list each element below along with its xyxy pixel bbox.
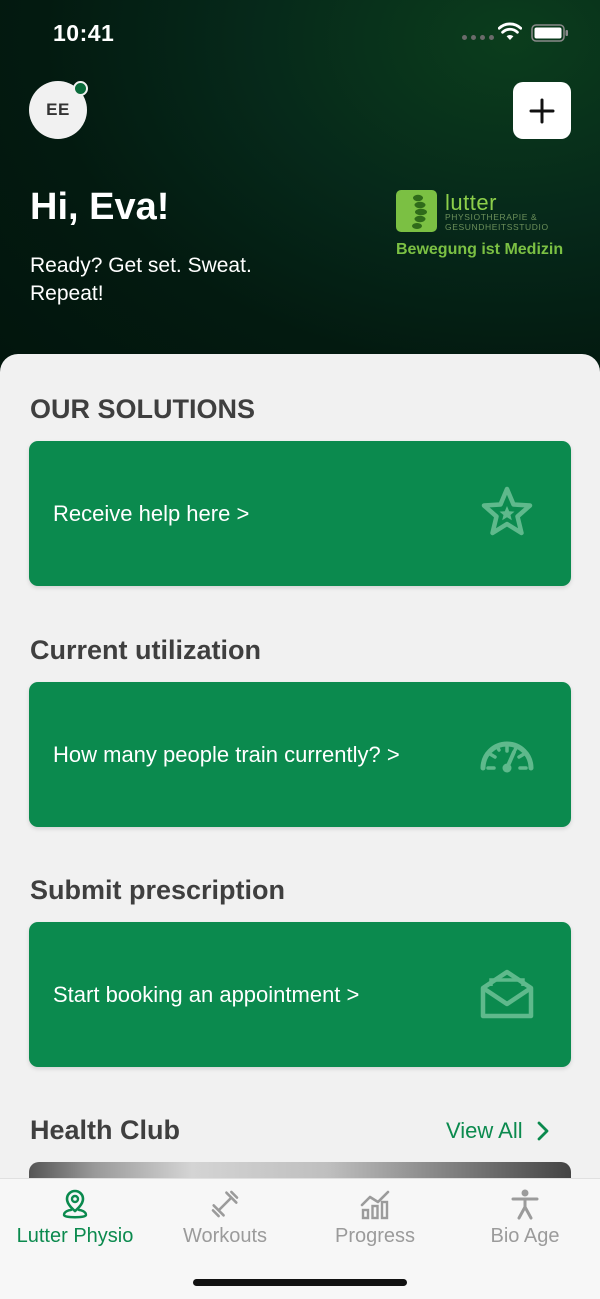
logo-motto: Bewegung ist Medizin [396,241,564,258]
signal-icon [462,35,494,40]
chart-icon [360,1190,390,1220]
location-pin-icon [62,1189,88,1219]
view-all-label: View All [446,1118,523,1143]
tab-label: Lutter Physio [16,1225,134,1247]
brand-logo: lutter PHYSIOTHERAPIE & GESUNDHEITSSTUDI… [396,190,576,262]
main-content[interactable]: OUR SOLUTIONS Receive help here > Curren… [0,354,600,1184]
add-button[interactable] [513,82,571,139]
envelope-icon [480,969,534,1019]
spine-logo-icon [396,190,437,232]
tab-label: Progress [334,1225,416,1247]
plus-icon [529,98,555,123]
tab-bio-age[interactable]: Bio Age [450,1179,600,1259]
tab-label: Workouts [182,1225,268,1247]
status-bar: 10:41 [0,0,600,66]
battery-icon [531,24,568,42]
section-title-health-club: Health Club [30,1115,181,1145]
avatar-initials: EE [46,100,70,119]
home-indicator[interactable] [193,1279,407,1286]
header: 10:41 EE Hi, Eva! Ready? Get set. Sweat.… [0,0,600,400]
view-all-link[interactable]: View All [446,1118,549,1144]
tagline: Ready? Get set. Sweat. Repeat! [30,254,252,305]
section-title-utilization: Current utilization [30,635,261,665]
utilization-card[interactable]: How many people train currently? > [29,682,571,827]
star-icon [481,486,533,536]
tab-progress[interactable]: Progress [300,1179,450,1259]
utilization-label: How many people train currently? > [53,741,400,767]
section-title-prescription: Submit prescription [30,875,286,905]
dumbbell-icon [211,1190,239,1218]
tab-workouts[interactable]: Workouts [150,1179,300,1259]
booking-card[interactable]: Start booking an appointment > [29,922,571,1067]
status-time: 10:41 [53,20,115,46]
wifi-icon [498,22,522,40]
logo-subtitle: PHYSIOTHERAPIE & GESUNDHEITSSTUDIO [445,212,549,232]
booking-label: Start booking an appointment > [53,981,360,1007]
receive-help-card[interactable]: Receive help here > [29,441,571,586]
gauge-icon [480,741,534,773]
tab-label: Bio Age [490,1225,560,1247]
tab-lutter-physio[interactable]: Lutter Physio [0,1179,150,1259]
chevron-right-icon [537,1121,549,1141]
online-status-dot [73,81,88,96]
section-title-solutions: OUR SOLUTIONS [30,394,256,424]
receive-help-label: Receive help here > [53,500,250,526]
person-icon [511,1189,539,1220]
greeting: Hi, Eva! [30,186,170,228]
